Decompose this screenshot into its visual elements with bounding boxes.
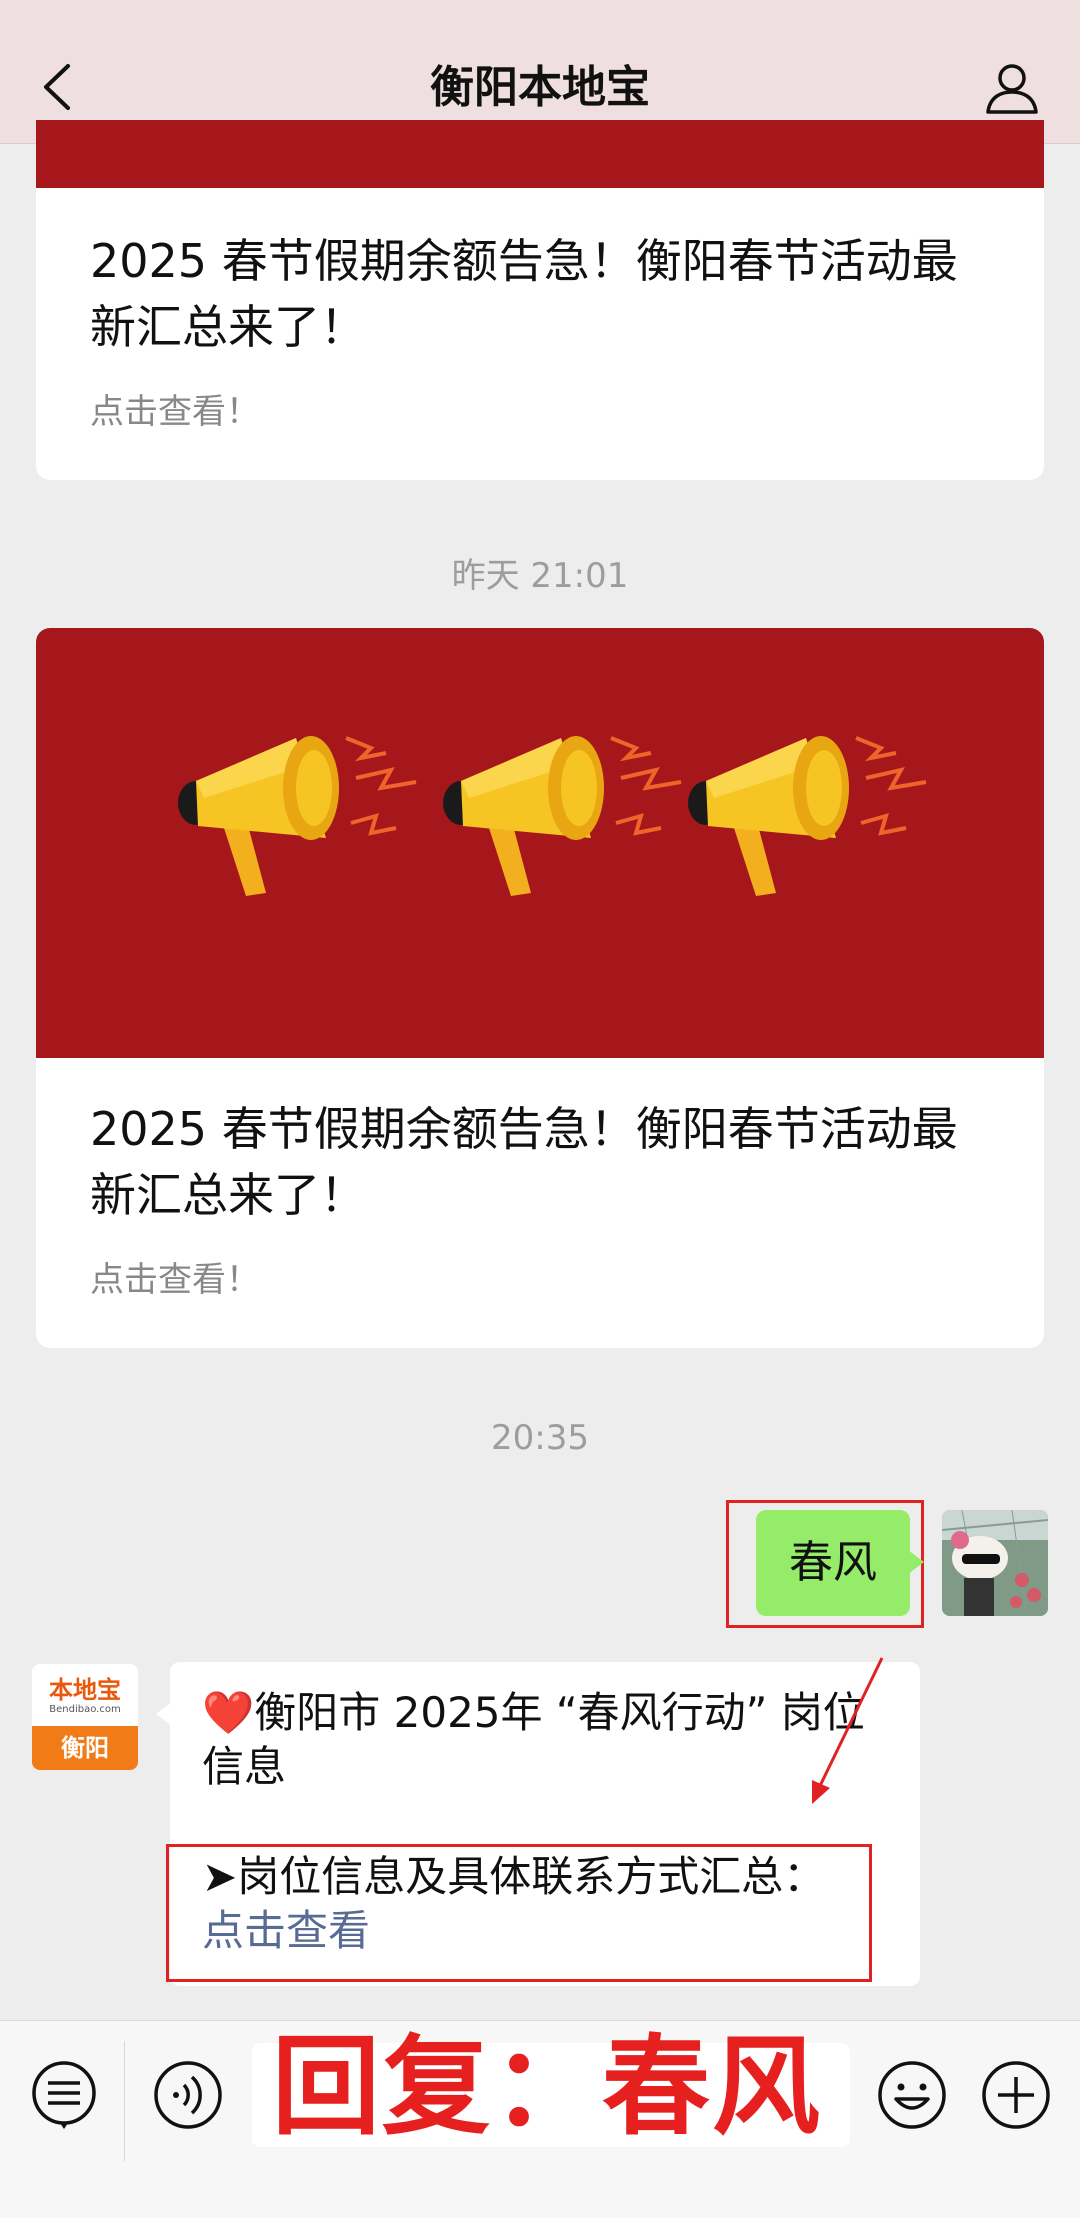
menu-icon[interactable] (28, 2059, 100, 2131)
article-subtitle: 点击查看！ (90, 392, 260, 432)
article-title[interactable]: 2025 春节假期余额告急！衡阳春节活动最新汇总来了！ (90, 228, 990, 360)
logo-city: 衡阳 (32, 1726, 138, 1770)
megaphone-icon (176, 734, 928, 898)
article-card[interactable] (36, 628, 1044, 1348)
message-text: ❤️衡阳市 2025年 “春风行动” 岗位信息 (202, 1688, 865, 1791)
avatar[interactable] (942, 1510, 1048, 1616)
chat-timestamp: 20:35 (491, 1418, 589, 1458)
page-title: 衡阳本地宝 (430, 62, 650, 113)
voice-icon[interactable] (152, 2059, 224, 2131)
article-banner (36, 120, 1044, 188)
emoji-icon[interactable] (876, 2059, 948, 2131)
article-title[interactable]: 2025 春节假期余额告急！衡阳春节活动最新汇总来了！ (90, 1096, 990, 1228)
article-subtitle: 点击查看！ (90, 1260, 260, 1300)
avatar[interactable]: 本地宝 Bendibao.com 衡阳 (32, 1664, 138, 1770)
divider (124, 2041, 125, 2161)
sent-message-bubble[interactable]: 春风 (756, 1510, 924, 1616)
logo-subtext: Bendibao.com (49, 1704, 121, 1715)
user-icon[interactable] (984, 60, 1040, 116)
chat-timestamp: 昨天 21:01 (451, 556, 629, 596)
article-banner (36, 628, 1044, 1058)
plus-icon[interactable] (980, 2059, 1052, 2131)
logo-text: 本地宝 (49, 1676, 121, 1704)
annotation-arrow-icon (812, 1657, 884, 1804)
highlight-box (166, 1844, 872, 1982)
reply-instruction-overlay: 回复：春风 (272, 2025, 823, 2150)
